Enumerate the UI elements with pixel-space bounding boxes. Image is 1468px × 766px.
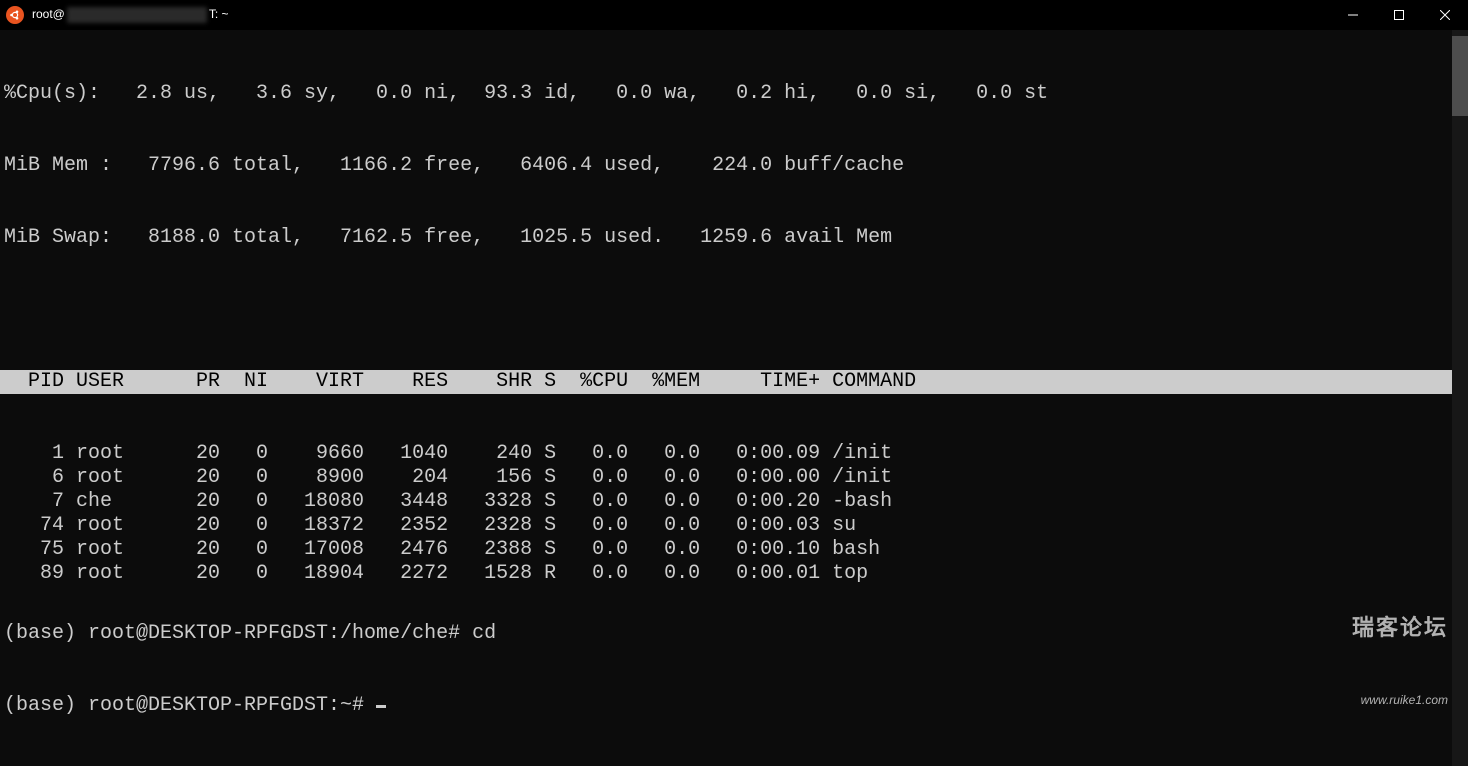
maximize-button[interactable] xyxy=(1376,0,1422,30)
prompt-line-1: (base) root@DESKTOP-RPFGDST:/home/che# c… xyxy=(0,622,1452,646)
prompt-line-2: (base) root@DESKTOP-RPFGDST:~# xyxy=(0,694,1452,718)
swap-summary-line: MiB Swap: 8188.0 total, 7162.5 free, 102… xyxy=(0,226,1468,250)
window-title: root@T: ~ xyxy=(32,7,229,23)
cpu-summary-line: %Cpu(s): 2.8 us, 3.6 sy, 0.0 ni, 93.3 id… xyxy=(0,82,1468,106)
minimize-button[interactable] xyxy=(1330,0,1376,30)
blank-line xyxy=(0,298,1468,322)
mem-summary-line: MiB Mem : 7796.6 total, 1166.2 free, 640… xyxy=(0,154,1468,178)
close-button[interactable] xyxy=(1422,0,1468,30)
process-table-header: PID USER PR NI VIRT RES SHR S %CPU %MEM … xyxy=(0,370,1468,394)
cursor xyxy=(376,705,386,708)
ubuntu-icon xyxy=(6,6,24,24)
table-row: 7 che 20 0 18080 3448 3328 S 0.0 0.0 0:0… xyxy=(0,490,1468,514)
scrollbar-thumb[interactable] xyxy=(1452,36,1468,116)
table-row: 75 root 20 0 17008 2476 2388 S 0.0 0.0 0… xyxy=(0,538,1468,562)
table-row: 74 root 20 0 18372 2352 2328 S 0.0 0.0 0… xyxy=(0,514,1468,538)
process-table-body: 1 root 20 0 9660 1040 240 S 0.0 0.0 0:00… xyxy=(0,442,1468,586)
table-row: 1 root 20 0 9660 1040 240 S 0.0 0.0 0:00… xyxy=(0,442,1468,466)
scrollbar[interactable] xyxy=(1452,30,1468,766)
titlebar: root@T: ~ xyxy=(0,0,1468,30)
terminal-area[interactable]: %Cpu(s): 2.8 us, 3.6 sy, 0.0 ni, 93.3 id… xyxy=(0,30,1468,766)
prompt-area: (base) root@DESKTOP-RPFGDST:/home/che# c… xyxy=(0,574,1452,766)
table-row: 6 root 20 0 8900 204 156 S 0.0 0.0 0:00.… xyxy=(0,466,1468,490)
